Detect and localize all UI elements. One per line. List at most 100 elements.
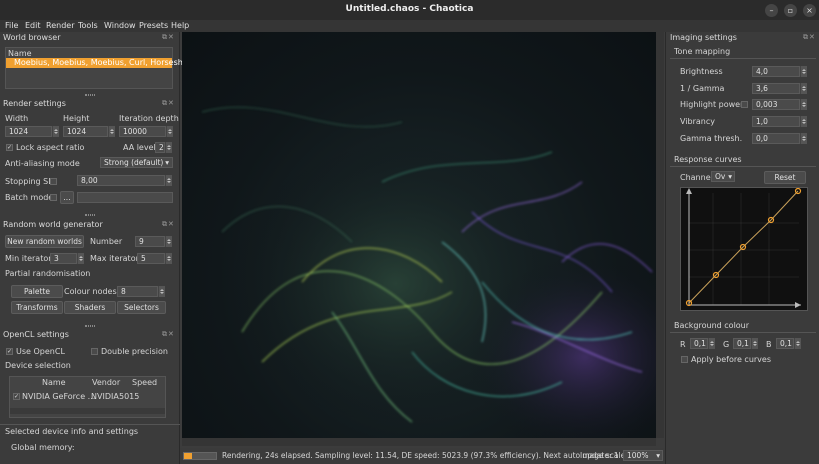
gamma-thresh-spinner[interactable] xyxy=(800,133,807,144)
menu-presets[interactable]: Presets xyxy=(139,21,168,30)
transforms-button[interactable]: Transforms xyxy=(11,301,63,314)
device-table[interactable]: Name Vendor Speed ✓ NVIDIA GeForce ... N… xyxy=(9,376,166,418)
batch-mode-checkbox[interactable] xyxy=(50,194,57,201)
gamma-field[interactable]: 3,6 xyxy=(752,83,800,94)
splitter-handle[interactable] xyxy=(85,325,95,327)
maximize-icon[interactable]: ▫ xyxy=(784,4,797,17)
batch-mode-label: Batch mode xyxy=(5,193,54,202)
batch-browse-button[interactable]: ... xyxy=(60,191,74,204)
highlight-power-spinner[interactable] xyxy=(800,99,807,110)
device-table-scrollbar[interactable] xyxy=(10,408,165,414)
reset-curves-button[interactable]: Reset xyxy=(764,171,806,184)
number-spinner[interactable] xyxy=(165,236,172,247)
device-checkbox[interactable]: ✓ xyxy=(13,393,20,400)
device-vendor[interactable]: NVIDIA xyxy=(91,392,119,401)
use-opencl-checkbox[interactable]: ✓ xyxy=(6,348,13,355)
selectors-button[interactable]: Selectors xyxy=(117,301,166,314)
response-curve-graph[interactable] xyxy=(681,187,807,310)
menu-file[interactable]: File xyxy=(5,21,18,30)
splitter-handle[interactable] xyxy=(85,94,95,96)
menu-render[interactable]: Render xyxy=(46,21,74,30)
max-iterators-field[interactable]: 5 xyxy=(137,253,165,264)
max-iterators-spinner[interactable] xyxy=(165,253,172,264)
vibrancy-spinner[interactable] xyxy=(800,116,807,127)
aa-mode-select[interactable]: Strong (default) ▾ xyxy=(100,157,173,168)
render-viewport[interactable] xyxy=(182,32,656,438)
device-speed[interactable]: 5015 xyxy=(119,392,139,401)
iteration-depth-spinner[interactable] xyxy=(166,126,173,137)
palette-button[interactable]: Palette xyxy=(11,285,63,298)
gamma-thresh-field[interactable]: 0,0 xyxy=(752,133,800,144)
random-world-title: Random world generator xyxy=(3,220,103,229)
new-random-worlds-button[interactable]: New random worlds xyxy=(5,235,84,248)
r-spinner[interactable] xyxy=(708,338,715,349)
number-label: Number xyxy=(90,237,123,246)
minimize-icon[interactable]: – xyxy=(765,4,778,17)
brightness-spinner[interactable] xyxy=(800,66,807,77)
dock-float-close-icon[interactable]: ⧉✕ xyxy=(162,330,175,339)
b-spinner[interactable] xyxy=(794,338,801,349)
apply-before-curves-checkbox[interactable] xyxy=(681,356,688,363)
lock-aspect-checkbox[interactable]: ✓ xyxy=(6,144,13,151)
dock-float-close-icon[interactable]: ⧉✕ xyxy=(162,99,175,108)
stopping-sl-checkbox[interactable] xyxy=(50,178,57,185)
world-list-item[interactable]: Moebius, Moebius, Moebius, Curl, Horsesh… xyxy=(6,58,195,68)
colour-nodes-field[interactable]: 8 xyxy=(117,286,158,297)
batch-path-field[interactable] xyxy=(77,192,173,203)
b-field[interactable]: 0,1 xyxy=(776,338,794,349)
width-field[interactable]: 1024 xyxy=(5,126,52,137)
colour-nodes-spinner[interactable] xyxy=(158,286,165,297)
device-name[interactable]: NVIDIA GeForce ... xyxy=(22,392,95,401)
device-col-name[interactable]: Name xyxy=(42,378,66,387)
device-col-speed[interactable]: Speed xyxy=(132,378,157,387)
number-field[interactable]: 9 xyxy=(135,236,165,247)
device-col-vendor[interactable]: Vendor xyxy=(92,378,120,387)
g-field[interactable]: 0,1 xyxy=(733,338,751,349)
double-precision-label: Double precision xyxy=(101,347,168,356)
response-curve-editor[interactable] xyxy=(680,187,808,311)
double-precision-checkbox[interactable] xyxy=(91,348,98,355)
brightness-field[interactable]: 4,0 xyxy=(752,66,800,77)
viewport-horizontal-scrollbar[interactable] xyxy=(182,438,656,446)
image-scale-select[interactable]: 100% ▾ xyxy=(623,450,663,461)
iteration-depth-field[interactable]: 10000 xyxy=(119,126,166,137)
apply-before-curves-label: Apply before curves xyxy=(691,355,771,364)
height-spinner[interactable] xyxy=(108,126,115,137)
channel-select[interactable]: Ov ▾ xyxy=(711,171,735,182)
height-field[interactable]: 1024 xyxy=(63,126,108,137)
left-dock: World browser ⧉✕ Name Moebius, Moebius, … xyxy=(0,32,195,464)
r-label: R xyxy=(680,340,686,349)
menu-edit[interactable]: Edit xyxy=(25,21,41,30)
stopping-sl-spinner[interactable] xyxy=(165,175,172,186)
close-icon[interactable]: × xyxy=(803,4,816,17)
world-list[interactable]: Name Moebius, Moebius, Moebius, Curl, Ho… xyxy=(5,47,195,89)
menu-help[interactable]: Help xyxy=(171,21,189,30)
title-bar: Untitled.chaos - Chaotica – ▫ × xyxy=(0,0,819,20)
dock-float-close-icon[interactable]: ⧉✕ xyxy=(162,220,175,229)
render-progress-bar xyxy=(183,452,217,460)
gamma-spinner[interactable] xyxy=(800,83,807,94)
stopping-sl-field[interactable]: 8,00 xyxy=(77,175,165,186)
highlight-power-field[interactable]: 0,003 xyxy=(752,99,800,110)
aa-mode-label: Anti-aliasing mode xyxy=(5,159,80,168)
menu-tools[interactable]: Tools xyxy=(78,21,98,30)
min-iterators-spinner[interactable] xyxy=(77,253,84,264)
opencl-title: OpenCL settings xyxy=(3,330,69,339)
chevron-down-icon: ▾ xyxy=(728,172,732,181)
highlight-power-checkbox[interactable] xyxy=(741,101,748,108)
vibrancy-field[interactable]: 1,0 xyxy=(752,116,800,127)
aa-level-spinner[interactable] xyxy=(165,142,172,153)
dock-float-close-icon[interactable]: ⧉✕ xyxy=(803,33,816,42)
vibrancy-label: Vibrancy xyxy=(680,117,715,126)
dock-float-close-icon[interactable]: ⧉✕ xyxy=(162,33,175,42)
viewport-vertical-scrollbar[interactable] xyxy=(656,32,664,438)
r-field[interactable]: 0,1 xyxy=(690,338,708,349)
menu-window[interactable]: Window xyxy=(104,21,136,30)
min-iterators-field[interactable]: 3 xyxy=(50,253,77,264)
g-spinner[interactable] xyxy=(751,338,758,349)
aa-level-field[interactable]: 2 xyxy=(155,142,165,153)
width-spinner[interactable] xyxy=(52,126,59,137)
splitter-handle[interactable] xyxy=(85,214,95,216)
shaders-button[interactable]: Shaders xyxy=(64,301,116,314)
world-list-header[interactable]: Name xyxy=(8,49,32,58)
